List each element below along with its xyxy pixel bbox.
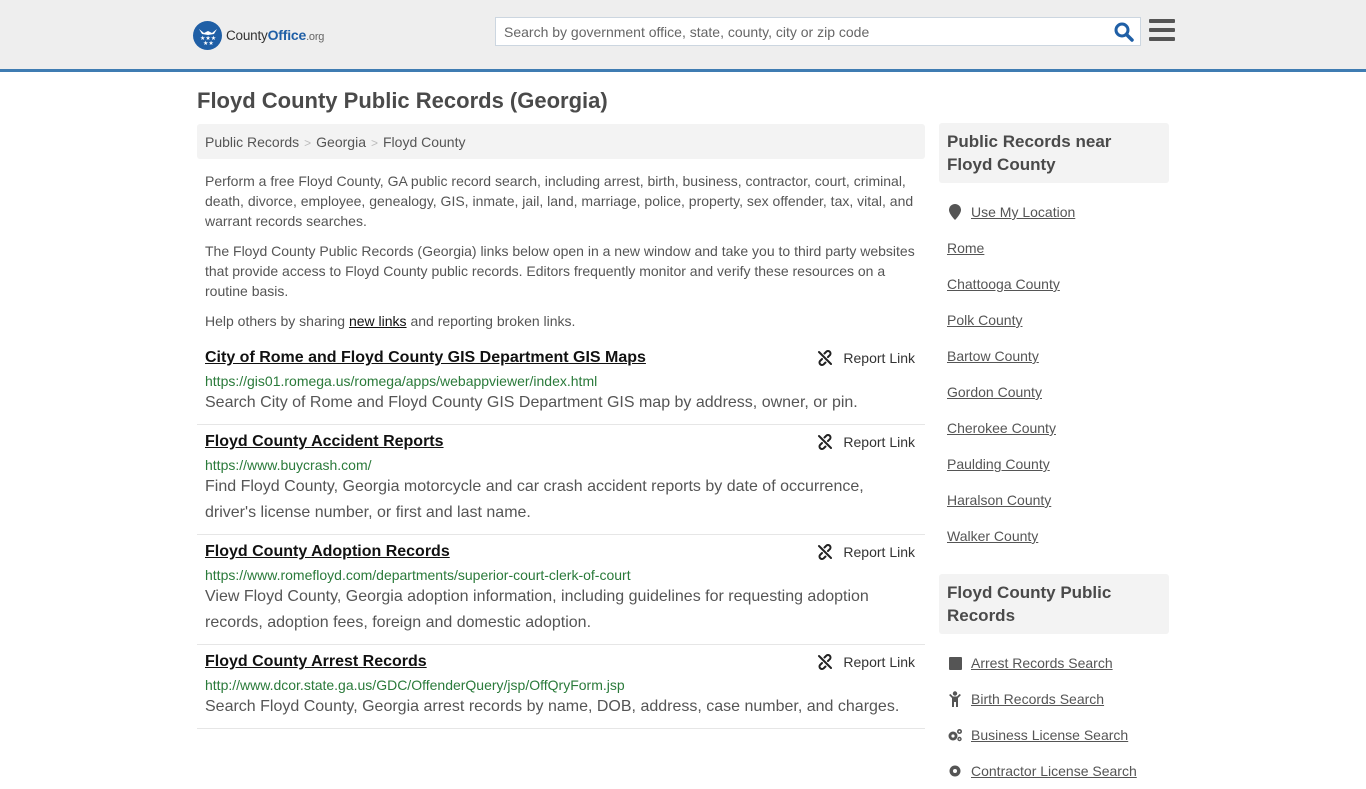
eagle-logo-icon: ★★★ ★★ xyxy=(193,20,222,50)
nearby-link-chattooga-county[interactable]: Chattooga County xyxy=(947,276,1060,292)
nearby-item: Chattooga County xyxy=(947,266,1161,302)
site-header: ★★★ ★★ CountyOffice.org xyxy=(0,0,1366,72)
nearby-link-rome[interactable]: Rome xyxy=(947,240,984,256)
nearby-item: Paulding County xyxy=(947,446,1161,482)
new-links-link[interactable]: new links xyxy=(349,313,407,329)
business-license-search-link[interactable]: Business License Search xyxy=(971,727,1128,743)
nearby-item: Haralson County xyxy=(947,482,1161,518)
nearby-link-walker-county[interactable]: Walker County xyxy=(947,528,1038,544)
cogs-icon xyxy=(947,727,963,743)
search-icon[interactable] xyxy=(1114,22,1134,42)
record-url[interactable]: https://www.romefloyd.com/departments/su… xyxy=(205,566,917,584)
record-description: Find Floyd County, Georgia motorcycle an… xyxy=(205,478,864,521)
report-link-label: Report Link xyxy=(843,654,915,670)
search-input[interactable] xyxy=(496,18,1096,45)
breadcrumb-separator: > xyxy=(370,136,378,150)
intro-help-text-after: and reporting broken links. xyxy=(406,313,576,329)
nearby-link-cherokee-county[interactable]: Cherokee County xyxy=(947,420,1056,436)
record-item: Floyd County Adoption Records Report Lin… xyxy=(197,535,925,645)
record-title-link[interactable]: Floyd County Adoption Records xyxy=(205,542,450,562)
report-link-label: Report Link xyxy=(843,544,915,560)
birth-records-search-link[interactable]: Birth Records Search xyxy=(971,691,1104,707)
county-record-item: Contractor License Search xyxy=(947,753,1161,789)
sidebar: Public Records near Floyd County Use My … xyxy=(939,123,1169,789)
hamburger-menu-icon[interactable] xyxy=(1149,19,1175,43)
record-url[interactable]: https://www.buycrash.com/ xyxy=(205,456,917,474)
report-link-button[interactable]: Report Link xyxy=(817,350,915,366)
use-my-location-item: Use My Location xyxy=(947,194,1161,230)
county-records-heading: Floyd County Public Records xyxy=(939,574,1169,634)
breadcrumb-separator: > xyxy=(304,136,312,150)
square-icon xyxy=(947,655,963,671)
logo-brand-suffix: .org xyxy=(306,31,325,43)
county-records-list: Arrest Records Search Birth Records Sear… xyxy=(939,645,1169,789)
broken-link-icon xyxy=(818,434,833,450)
county-record-item: Arrest Records Search xyxy=(947,645,1161,681)
record-item: Floyd County Arrest Records Report Link … xyxy=(197,645,925,729)
nearby-link-gordon-county[interactable]: Gordon County xyxy=(947,384,1042,400)
nearby-link-paulding-county[interactable]: Paulding County xyxy=(947,456,1050,472)
breadcrumb-floyd-county: Floyd County xyxy=(383,134,466,150)
logo-brand-accent: Office xyxy=(267,27,307,43)
logo-brand-main: County xyxy=(226,28,268,43)
site-logo[interactable]: ★★★ ★★ CountyOffice.org xyxy=(193,20,324,50)
records-list: City of Rome and Floyd County GIS Depart… xyxy=(197,341,925,729)
map-marker-icon xyxy=(947,204,963,220)
breadcrumb-georgia[interactable]: Georgia xyxy=(316,134,366,150)
broken-link-icon xyxy=(818,544,833,560)
nearby-records-heading: Public Records near Floyd County xyxy=(939,123,1169,183)
record-title-link[interactable]: City of Rome and Floyd County GIS Depart… xyxy=(205,348,646,368)
county-record-item: Business License Search xyxy=(947,717,1161,753)
nearby-item: Gordon County xyxy=(947,374,1161,410)
use-my-location-link[interactable]: Use My Location xyxy=(971,204,1075,220)
record-item: City of Rome and Floyd County GIS Depart… xyxy=(197,341,925,425)
record-description: Search City of Rome and Floyd County GIS… xyxy=(205,394,858,411)
nearby-item: Bartow County xyxy=(947,338,1161,374)
record-item: Floyd County Accident Reports Report Lin… xyxy=(197,425,925,535)
nearby-link-bartow-county[interactable]: Bartow County xyxy=(947,348,1039,364)
intro-help-text: Help others by sharing xyxy=(205,313,349,329)
nearby-item: Rome xyxy=(947,230,1161,266)
search-box xyxy=(495,17,1141,46)
breadcrumb: Public Records > Georgia > Floyd County xyxy=(197,124,925,159)
page-title: Floyd County Public Records (Georgia) xyxy=(197,88,608,113)
logo-text: CountyOffice.org xyxy=(226,27,324,43)
nearby-link-haralson-county[interactable]: Haralson County xyxy=(947,492,1051,508)
record-description: View Floyd County, Georgia adoption info… xyxy=(205,588,869,631)
broken-link-icon xyxy=(818,654,833,670)
nearby-link-polk-county[interactable]: Polk County xyxy=(947,312,1022,328)
nearby-records-list: Use My Location Rome Chattooga County Po… xyxy=(939,194,1169,554)
contractor-license-search-link[interactable]: Contractor License Search xyxy=(971,763,1137,779)
intro-text: Perform a free Floyd County, GA public r… xyxy=(197,171,925,331)
intro-paragraph-2: The Floyd County Public Records (Georgia… xyxy=(205,243,915,299)
gear-icon xyxy=(947,763,963,779)
intro-paragraph-1: Perform a free Floyd County, GA public r… xyxy=(205,173,914,229)
record-url[interactable]: http://www.dcor.state.ga.us/GDC/Offender… xyxy=(205,676,917,694)
record-title-link[interactable]: Floyd County Arrest Records xyxy=(205,652,427,672)
arrest-records-search-link[interactable]: Arrest Records Search xyxy=(971,655,1113,671)
report-link-label: Report Link xyxy=(843,434,915,450)
intro-paragraph-3: Help others by sharing new links and rep… xyxy=(205,311,917,331)
report-link-button[interactable]: Report Link xyxy=(817,544,915,560)
main-content: Public Records > Georgia > Floyd County Perf… xyxy=(197,124,925,729)
nearby-item: Walker County xyxy=(947,518,1161,554)
nearby-item: Polk County xyxy=(947,302,1161,338)
nearby-item: Cherokee County xyxy=(947,410,1161,446)
report-link-button[interactable]: Report Link xyxy=(817,434,915,450)
breadcrumb-public-records[interactable]: Public Records xyxy=(205,134,299,150)
record-description: Search Floyd County, Georgia arrest reco… xyxy=(205,698,900,715)
record-url[interactable]: https://gis01.romega.us/romega/apps/weba… xyxy=(205,372,917,390)
county-record-item: Birth Records Search xyxy=(947,681,1161,717)
child-icon xyxy=(947,691,963,707)
svg-text:★★: ★★ xyxy=(203,40,214,45)
record-title-link[interactable]: Floyd County Accident Reports xyxy=(205,432,444,452)
report-link-label: Report Link xyxy=(843,350,915,366)
broken-link-icon xyxy=(818,350,833,366)
report-link-button[interactable]: Report Link xyxy=(817,654,915,670)
